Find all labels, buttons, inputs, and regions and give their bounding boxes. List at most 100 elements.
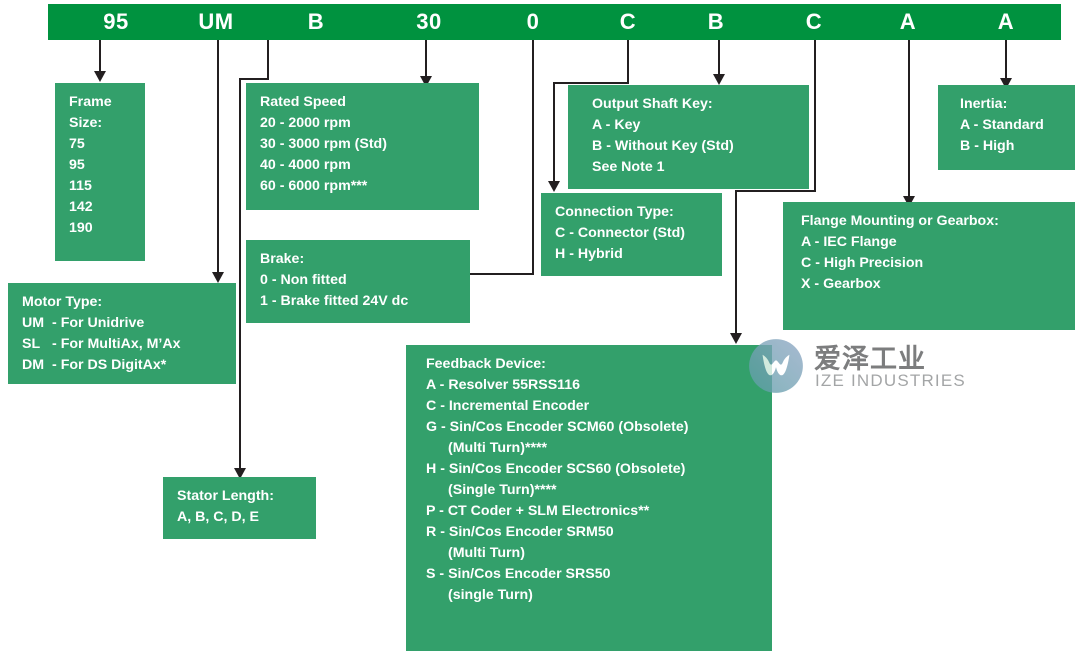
code-char-frame-size: 95	[103, 9, 129, 34]
flange-mounting-option-2: X - Gearbox	[801, 276, 881, 292]
watermark: 爱泽工业 IZE INDUSTRIES	[748, 338, 1010, 400]
brake-option-1: 1 - Brake fitted 24V dc	[260, 293, 409, 309]
feedback-device-option-2: G - Sin/Cos Encoder SCM60 (Obsolete)	[426, 419, 689, 435]
code-char-flange-mounting: A	[899, 9, 917, 34]
output-shaft-key-note: See Note 1	[592, 159, 665, 175]
motor-type-title: Motor Type:	[22, 294, 103, 310]
output-shaft-key-option-1: B - Without Key (Std)	[592, 138, 734, 154]
connector-brake-seg2	[469, 273, 534, 275]
connector-stator-length-seg2	[239, 78, 269, 80]
code-char-rated-speed: 30	[416, 9, 442, 34]
output-shaft-key-title: Output Shaft Key:	[592, 96, 713, 112]
motor-type-dash-2: -	[52, 357, 57, 373]
flange-mounting-option-0: A - IEC Flange	[801, 234, 897, 250]
frame-size-option-1: 95	[69, 157, 85, 173]
code-char-feedback-device: C	[805, 9, 823, 34]
feedback-device-option-1: C - Incremental Encoder	[426, 398, 590, 414]
flange-mounting-title: Flange Mounting or Gearbox:	[801, 213, 999, 229]
connector-inertia-line	[1005, 40, 1007, 82]
brake-option-0: 0 - Non fitted	[260, 272, 347, 288]
connector-feedback-device-seg3	[735, 190, 737, 339]
brake-title: Brake:	[260, 251, 305, 267]
code-char-brake: 0	[526, 9, 540, 34]
connector-shaft-key-line	[718, 40, 720, 78]
connector-connection-type-seg2	[553, 82, 629, 84]
connector-rated-speed-line	[425, 40, 427, 80]
stator-length-option-0: A, B, C, D, E	[177, 509, 259, 525]
rated-speed-option-0: 20 - 2000 rpm	[260, 115, 351, 131]
connector-feedback-device-seg1	[814, 40, 816, 192]
motor-type-text-2: For DS DigitAx*	[60, 357, 167, 373]
connector-stator-length-seg1	[267, 40, 269, 80]
feedback-device-option-10: (single Turn)	[448, 587, 533, 603]
motor-type-code-0: UM	[22, 315, 45, 331]
frame-size-option-0: 75	[69, 136, 85, 152]
stator-length-title: Stator Length:	[177, 488, 274, 504]
output-shaft-key-option-0: A - Key	[592, 117, 641, 133]
feedback-device-option-7: R - Sin/Cos Encoder SRM50	[426, 524, 614, 540]
box-connection-type: Connection Type: C - Connector (Std) H -…	[541, 193, 722, 276]
inertia-title: Inertia:	[960, 96, 1008, 112]
rated-speed-title: Rated Speed	[260, 94, 346, 110]
connector-connection-type-seg1	[627, 40, 629, 84]
box-inertia: Inertia: A - Standard B - High	[938, 85, 1075, 170]
connector-flange-mounting-line	[908, 40, 910, 202]
frame-size-option-2: 115	[69, 178, 92, 194]
feedback-device-option-4: H - Sin/Cos Encoder SCS60 (Obsolete)	[426, 461, 686, 477]
connector-frame-size-arrow	[94, 71, 106, 82]
watermark-chinese-text: 爱泽工业	[814, 344, 926, 374]
motor-type-option-2: DM - For DS DigitAx*	[22, 355, 224, 376]
feedback-device-title: Feedback Device:	[426, 356, 546, 372]
motor-type-text-0: For Unidrive	[60, 315, 145, 331]
box-flange-mounting: Flange Mounting or Gearbox: A - IEC Flan…	[783, 202, 1075, 330]
rated-speed-option-3: 60 - 6000 rpm***	[260, 178, 368, 194]
rated-speed-option-2: 40 - 4000 rpm	[260, 157, 351, 173]
box-feedback-device: Feedback Device: A - Resolver 55RSS116 C…	[406, 345, 772, 651]
motor-type-dash-1: -	[52, 336, 57, 352]
code-char-connection-type: C	[619, 9, 637, 34]
feedback-device-option-8: (Multi Turn)	[448, 545, 525, 561]
connector-feedback-device-arrow	[730, 333, 742, 344]
frame-size-title-line1: Frame	[69, 94, 112, 110]
connector-connection-type-arrow	[548, 181, 560, 192]
motor-type-dash-0: -	[52, 315, 57, 331]
motor-type-text-1: For MultiAx, M’Ax	[60, 336, 181, 352]
motor-type-code-2: DM	[22, 357, 45, 373]
connection-type-option-0: C - Connector (Std)	[555, 225, 686, 241]
frame-size-option-4: 190	[69, 220, 93, 236]
code-char-motor-type: UM	[198, 9, 234, 34]
feedback-device-option-9: S - Sin/Cos Encoder SRS50	[426, 566, 611, 582]
watermark-english-text: IZE INDUSTRIES	[815, 371, 966, 390]
connector-stator-length-seg3	[239, 78, 241, 475]
flange-mounting-option-1: C - High Precision	[801, 255, 924, 271]
connector-frame-size-line	[99, 40, 101, 74]
inertia-option-0: A - Standard	[960, 117, 1044, 133]
code-char-stator-length: B	[307, 9, 325, 34]
feedback-device-option-0: A - Resolver 55RSS116	[426, 377, 581, 393]
part-number-code-bar: 95 UM B 30 0 C B C A A	[48, 4, 1061, 40]
rated-speed-option-1: 30 - 3000 rpm (Std)	[260, 136, 387, 152]
feedback-device-option-6: P - CT Coder + SLM Electronics**	[426, 503, 650, 519]
feedback-device-option-3: (Multi Turn)****	[448, 440, 548, 456]
motor-type-option-0: UM - For Unidrive	[22, 313, 224, 334]
connection-type-option-1: H - Hybrid	[555, 246, 623, 262]
code-char-shaft-key: B	[707, 9, 725, 34]
motor-type-code-1: SL	[22, 336, 41, 352]
connector-motor-type-arrow	[212, 272, 224, 283]
connector-feedback-device-seg2	[735, 190, 816, 192]
box-brake: Brake: 0 - Non fitted 1 - Brake fitted 2…	[246, 240, 470, 323]
code-char-inertia: A	[997, 9, 1015, 34]
connection-type-title: Connection Type:	[555, 204, 674, 220]
connector-connection-type-seg3	[553, 82, 555, 185]
box-frame-size: Frame Size: 75 95 115 142 190	[55, 83, 145, 261]
motor-type-option-1: SL - For MultiAx, M’Ax	[22, 334, 224, 355]
box-rated-speed: Rated Speed 20 - 2000 rpm 30 - 3000 rpm …	[246, 83, 479, 210]
feedback-device-option-5: (Single Turn)****	[448, 482, 557, 498]
box-output-shaft-key: Output Shaft Key: A - Key B - Without Ke…	[568, 85, 809, 189]
connector-brake-seg1	[532, 40, 534, 275]
inertia-option-1: B - High	[960, 138, 1015, 154]
box-stator-length: Stator Length: A, B, C, D, E	[163, 477, 316, 539]
diagram-canvas: 95 UM B 30 0 C B C A A Frame Size: 75 95…	[0, 0, 1075, 656]
frame-size-title-line2: Size:	[69, 115, 103, 131]
connector-motor-type-line	[217, 40, 219, 278]
